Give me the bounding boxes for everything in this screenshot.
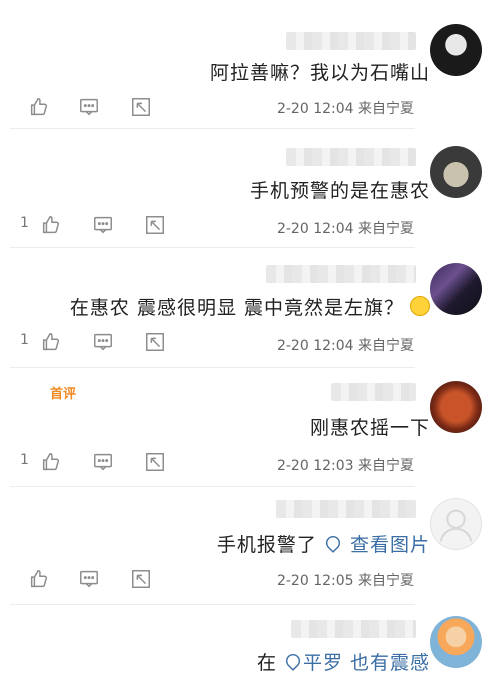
- comment-text: 手机预警的是在惠农: [249, 180, 430, 202]
- divider: [10, 128, 415, 129]
- like-count: 1: [20, 332, 29, 348]
- username[interactable]: [331, 383, 416, 401]
- share-icon[interactable]: [130, 96, 152, 118]
- comment-meta: 2-20 12:04 来自宁夏: [276, 338, 414, 354]
- comment-meta: 2-20 12:04 来自宁夏: [276, 221, 414, 237]
- comment-item: 首评 刚惠农摇一下 2-20 12:03 来自宁夏 1: [0, 369, 500, 485]
- share-icon[interactable]: [144, 451, 166, 473]
- avatar[interactable]: [430, 616, 482, 668]
- avatar[interactable]: [430, 498, 482, 550]
- comment-bubble-icon[interactable]: [92, 214, 114, 236]
- thumbs-up-icon[interactable]: [40, 331, 62, 353]
- comment-text: 在平罗 也有震感: [256, 651, 430, 674]
- like-count: 1: [20, 215, 29, 231]
- image-icon: [323, 533, 343, 553]
- comment-item: 在平罗 也有震感: [0, 606, 500, 687]
- comment-text: 阿拉善嘛？我以为石嘴山: [209, 62, 430, 84]
- thumbs-up-icon[interactable]: [40, 451, 62, 473]
- comment-bubble-icon[interactable]: [78, 568, 100, 590]
- comment-text: 刚惠农摇一下: [309, 417, 430, 439]
- comment-item: 阿拉善嘛？我以为石嘴山 2-20 12:04 来自宁夏: [0, 0, 500, 128]
- thumbs-up-icon[interactable]: [40, 214, 62, 236]
- comment-meta: 2-20 12:05 来自宁夏: [276, 573, 414, 589]
- comment-bubble-icon[interactable]: [78, 96, 100, 118]
- comment-text: 手机报警了 查看图片: [216, 533, 430, 556]
- divider: [10, 367, 415, 368]
- like-count: 1: [20, 452, 29, 468]
- divider: [10, 486, 415, 487]
- thumbs-up-icon[interactable]: [28, 96, 50, 118]
- divider: [10, 604, 415, 605]
- thumbs-up-icon[interactable]: [28, 568, 50, 590]
- comment-meta: 2-20 12:03 来自宁夏: [276, 458, 414, 474]
- avatar[interactable]: [430, 263, 482, 315]
- view-image-link[interactable]: 查看图片: [323, 533, 430, 556]
- avatar[interactable]: [430, 24, 482, 76]
- comment-item: 手机预警的是在惠农 2-20 12:04 来自宁夏 1: [0, 130, 500, 246]
- divider: [10, 247, 415, 248]
- share-icon[interactable]: [130, 568, 152, 590]
- comment-bubble-icon[interactable]: [92, 451, 114, 473]
- comment-item: 在惠农 震感很明显 震中竟然是左旗？ 2-20 12:04 来自宁夏 1: [0, 249, 500, 365]
- comment-bubble-icon[interactable]: [92, 331, 114, 353]
- comment-item: 手机报警了 查看图片 2-20 12:05 来自宁夏: [0, 488, 500, 604]
- location-link[interactable]: 平罗 也有震感: [283, 651, 430, 674]
- laugh-emoji-icon: [410, 296, 430, 316]
- share-icon[interactable]: [144, 331, 166, 353]
- first-comment-badge: 首评: [50, 387, 77, 402]
- comment-text: 在惠农 震感很明显 震中竟然是左旗？: [70, 293, 430, 320]
- username[interactable]: [266, 265, 416, 283]
- username[interactable]: [291, 620, 416, 638]
- avatar[interactable]: [430, 381, 482, 433]
- share-icon[interactable]: [144, 214, 166, 236]
- location-pin-icon: [283, 651, 303, 671]
- username[interactable]: [286, 32, 416, 50]
- avatar[interactable]: [430, 146, 482, 198]
- username[interactable]: [276, 500, 416, 518]
- username[interactable]: [286, 148, 416, 166]
- comment-meta: 2-20 12:04 来自宁夏: [276, 101, 414, 117]
